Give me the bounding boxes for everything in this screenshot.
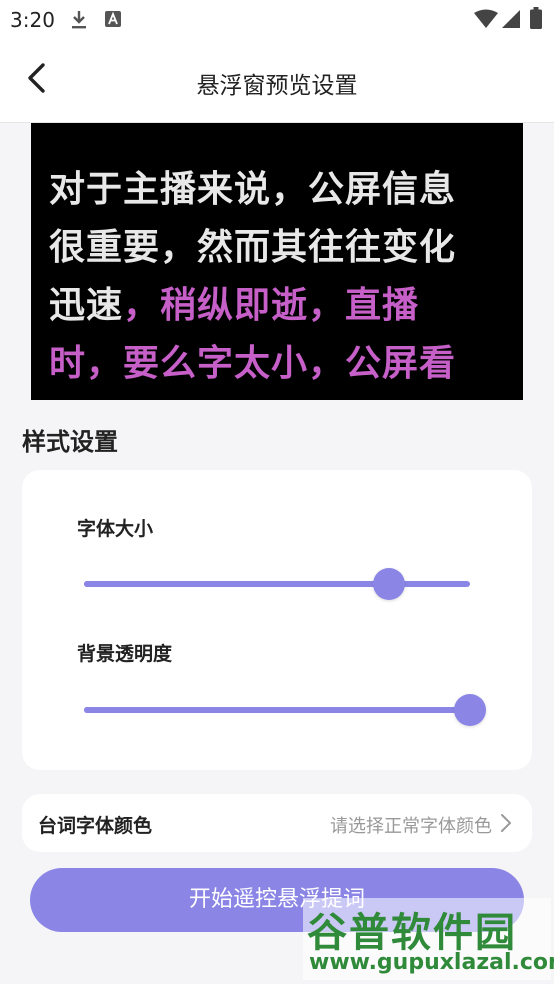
preview-text: 对于主播来说，公屏信息 很重要，然而其往往变化 迅速，稍纵即逝，直播 时，要么字… — [49, 161, 509, 393]
page-title: 悬浮窗预览设置 — [196, 73, 358, 99]
style-settings-card: 字体大小 背景透明度 — [22, 470, 532, 770]
font-color-label: 台词字体颜色 — [38, 815, 153, 837]
preview-line: 对于主播来说，公屏信息 — [49, 169, 457, 210]
a-box-icon — [104, 10, 122, 32]
slider-thumb[interactable] — [454, 694, 486, 726]
preview-highlight-segment: ，稍纵即逝，直播 — [123, 285, 420, 326]
font-color-selector[interactable]: 台词字体颜色 请选择正常字体颜色 — [22, 794, 532, 852]
status-bar: 3:20 — [0, 0, 554, 40]
wifi-icon — [474, 9, 498, 33]
section-title-style: 样式设置 — [22, 428, 118, 456]
bg-opacity-label: 背景透明度 — [77, 643, 173, 665]
preview-line: 迅速，稍纵即逝，直播 — [49, 277, 509, 335]
font-size-slider[interactable] — [84, 568, 470, 600]
preview-highlight-line: 时，要么字太小，公屏看 — [49, 343, 457, 384]
status-time: 3:20 — [10, 8, 55, 32]
slider-fill — [84, 707, 470, 713]
signal-icon — [501, 9, 521, 33]
chevron-right-icon — [500, 813, 512, 837]
slider-thumb[interactable] — [373, 568, 405, 600]
bg-opacity-slider[interactable] — [84, 694, 486, 726]
download-icon — [70, 10, 88, 34]
slider-fill — [84, 581, 389, 587]
watermark-url: www.gupuxlazal.com — [309, 950, 554, 975]
watermark: 谷普软件园 www.gupuxlazal.com — [303, 898, 554, 980]
font-size-label: 字体大小 — [77, 518, 154, 540]
floating-window-preview: 对于主播来说，公屏信息 很重要，然而其往往变化 迅速，稍纵即逝，直播 时，要么字… — [31, 123, 523, 400]
battery-icon — [530, 7, 542, 33]
font-color-value: 请选择正常字体颜色 — [330, 816, 492, 837]
preview-line: 很重要，然而其往往变化 — [49, 227, 457, 268]
top-app-bar: 悬浮窗预览设置 — [0, 40, 554, 123]
preview-segment: 迅速 — [49, 285, 124, 326]
app-screen: 3:20 悬浮窗预览设置 对于主播来说，公屏信息 很重要，然而其往往变化 迅速，… — [0, 0, 554, 984]
